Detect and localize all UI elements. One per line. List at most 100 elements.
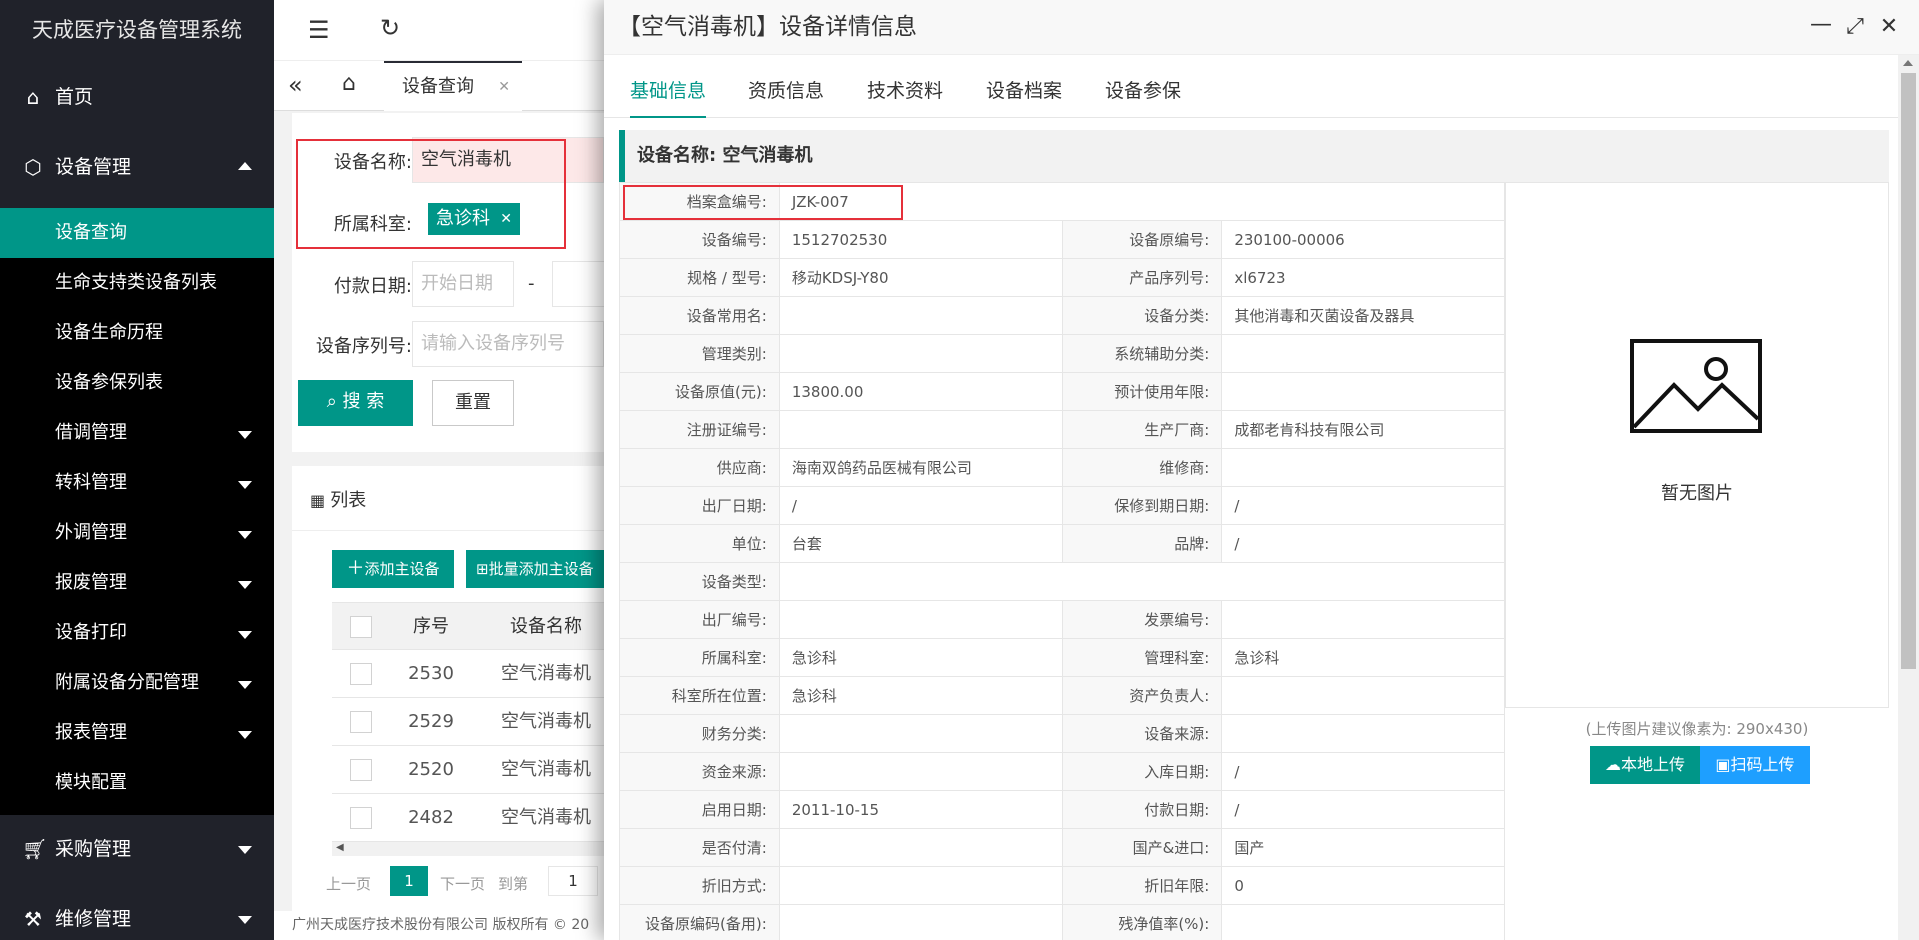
tab-bar: « ⌂ 设备查询 ✕ (274, 61, 604, 111)
sidebar-item-insurance-list[interactable]: 设备参保列表 (0, 358, 274, 408)
goto-label: 到第 (498, 875, 529, 893)
sidebar-item-print[interactable]: 设备打印 (0, 608, 274, 658)
menu-collapse-icon[interactable]: ☰ (308, 16, 330, 44)
modal-scrollbar[interactable] (1898, 55, 1919, 940)
tab-device-query[interactable]: 设备查询 ✕ (384, 61, 522, 111)
sidebar-item-device-query[interactable]: 设备查询 (0, 208, 274, 258)
sidebar-item-life-support[interactable]: 生命支持类设备列表 (0, 258, 274, 308)
goto-input[interactable]: 1 (548, 866, 598, 896)
sidebar-item-module-config[interactable]: 模块配置 (0, 758, 274, 808)
detail-key: 系统辅助分类: (1061, 334, 1223, 373)
sidebar-item-lifecycle[interactable]: 设备生命历程 (0, 308, 274, 358)
scroll-up-icon[interactable] (1903, 60, 1913, 66)
sidebar-item-purchase[interactable]: 🛒︎ 采购管理 (0, 826, 274, 872)
search-button[interactable]: ⌕ 搜 索 (298, 380, 413, 426)
batch-add-label: 批量添加主设备 (488, 560, 594, 578)
chevron-down-icon (238, 631, 252, 639)
detail-key: 资金来源: (619, 752, 780, 791)
refresh-icon[interactable]: ↻ (380, 14, 400, 42)
sidebar-item-label: 首页 (55, 86, 94, 108)
detail-value: 海南双鸽药品医械有限公司 (778, 448, 1063, 487)
detail-value (778, 828, 1063, 867)
highlight-box (623, 185, 903, 220)
sidebar-item-home[interactable]: ⌂ 首页 (0, 74, 274, 120)
serial-input[interactable]: 请输入设备序列号 (412, 321, 604, 367)
sidebar-item-accessory[interactable]: 附属设备分配管理 (0, 658, 274, 708)
detail-key: 供应商: (619, 448, 780, 487)
sidebar-item-device-management[interactable]: ⬡ 设备管理 (0, 144, 274, 190)
horizontal-scrollbar[interactable]: ◀ (332, 842, 604, 856)
detail-value (778, 296, 1063, 335)
maximize-icon[interactable]: ⤢ (1843, 14, 1867, 39)
scan-upload-button[interactable]: ▣扫码上传 (1700, 746, 1810, 784)
table-row[interactable]: 2482 空气消毒机 (332, 794, 604, 842)
detail-key: 设备编号: (619, 220, 780, 259)
list-title-label: 列表 (330, 490, 367, 511)
detail-row: 供应商: 海南双鸽药品医械有限公司 维修商: (619, 448, 1505, 487)
image-placeholder-icon (1630, 339, 1762, 433)
double-chevron-left-icon[interactable]: « (288, 71, 303, 99)
batch-add-button[interactable]: ⊞批量添加主设备 (466, 550, 604, 588)
detail-key: 付款日期: (1061, 790, 1223, 829)
home-icon: ⌂ (26, 85, 40, 109)
table-icon: ▦ (310, 491, 331, 510)
home-tab-icon[interactable]: ⌂ (342, 71, 356, 96)
scroll-thumb[interactable] (1901, 73, 1916, 669)
serial-label: 设备序列号: (315, 336, 412, 357)
detail-key: 设备原编号: (1061, 220, 1223, 259)
detail-row: 财务分类: 设备来源: (619, 714, 1505, 753)
table-row[interactable]: 2520 空气消毒机 (332, 746, 604, 794)
tab-basic-info[interactable]: 基础信息 (630, 55, 707, 118)
detail-row: 出厂编号: 发票编号: (619, 600, 1505, 639)
close-icon[interactable]: ✕ (498, 63, 510, 111)
minimize-icon[interactable]: — (1809, 12, 1833, 37)
detail-key: 入库日期: (1061, 752, 1223, 791)
row-checkbox[interactable] (350, 759, 372, 781)
sidebar-item-label: 设备参保列表 (55, 372, 163, 393)
close-icon[interactable]: ✕ (1877, 14, 1901, 39)
top-bar: ☰ ↻ (274, 0, 604, 61)
pay-end-input[interactable] (552, 261, 604, 307)
detail-value: / (1221, 486, 1505, 525)
detail-key: 设备来源: (1061, 714, 1223, 753)
local-upload-button[interactable]: ☁本地上传 (1590, 746, 1700, 784)
tab-qualification[interactable]: 资质信息 (748, 55, 824, 118)
chevron-down-icon (238, 681, 252, 689)
add-device-button[interactable]: ＋添加主设备 (332, 550, 454, 588)
current-page[interactable]: 1 (390, 866, 428, 896)
detail-value (778, 714, 1063, 753)
select-all-checkbox[interactable] (350, 616, 372, 638)
sidebar-item-repair[interactable]: ⚒ 维修管理 (0, 896, 274, 940)
tab-label: 设备查询 (402, 76, 474, 97)
table-row[interactable]: 2529 空气消毒机 (332, 698, 604, 746)
prev-page[interactable]: 上一页 (326, 873, 371, 894)
row-checkbox[interactable] (350, 807, 372, 829)
sidebar-item-label: 转科管理 (55, 472, 127, 493)
modal-title: 【空气消毒机】设备详情信息 (604, 0, 1919, 55)
row-checkbox[interactable] (350, 663, 372, 685)
sidebar-item-transfer[interactable]: 转科管理 (0, 458, 274, 508)
next-page[interactable]: 下一页 (440, 873, 485, 894)
row-checkbox[interactable] (350, 711, 372, 733)
detail-row: 设备原编码(备用): 残净值率(%): (619, 904, 1505, 940)
scroll-left-icon[interactable]: ◀ (336, 842, 344, 853)
cube-icon: ⬡ (24, 155, 42, 179)
sidebar-item-report[interactable]: 报表管理 (0, 708, 274, 758)
tab-archive[interactable]: 设备档案 (986, 55, 1062, 118)
sidebar-item-label: 设备查询 (55, 222, 127, 243)
detail-value: 国产 (1221, 828, 1505, 867)
detail-value (778, 562, 1506, 601)
batch-add-icon: ⊞ (476, 560, 489, 578)
tab-insurance[interactable]: 设备参保 (1105, 55, 1181, 118)
detail-value (1221, 372, 1505, 411)
reset-button[interactable]: 重置 (432, 380, 514, 426)
tab-technical[interactable]: 技术资料 (867, 55, 943, 118)
detail-key: 设备分类: (1061, 296, 1223, 335)
pay-start-input[interactable]: 开始日期 (412, 261, 514, 307)
table-row[interactable]: 2530 空气消毒机 (332, 650, 604, 698)
sidebar-item-external[interactable]: 外调管理 (0, 508, 274, 558)
sidebar-item-scrap[interactable]: 报废管理 (0, 558, 274, 608)
detail-key: 出厂日期: (619, 486, 780, 525)
detail-value: 成都老肯科技有限公司 (1221, 410, 1505, 449)
sidebar-item-borrow[interactable]: 借调管理 (0, 408, 274, 458)
